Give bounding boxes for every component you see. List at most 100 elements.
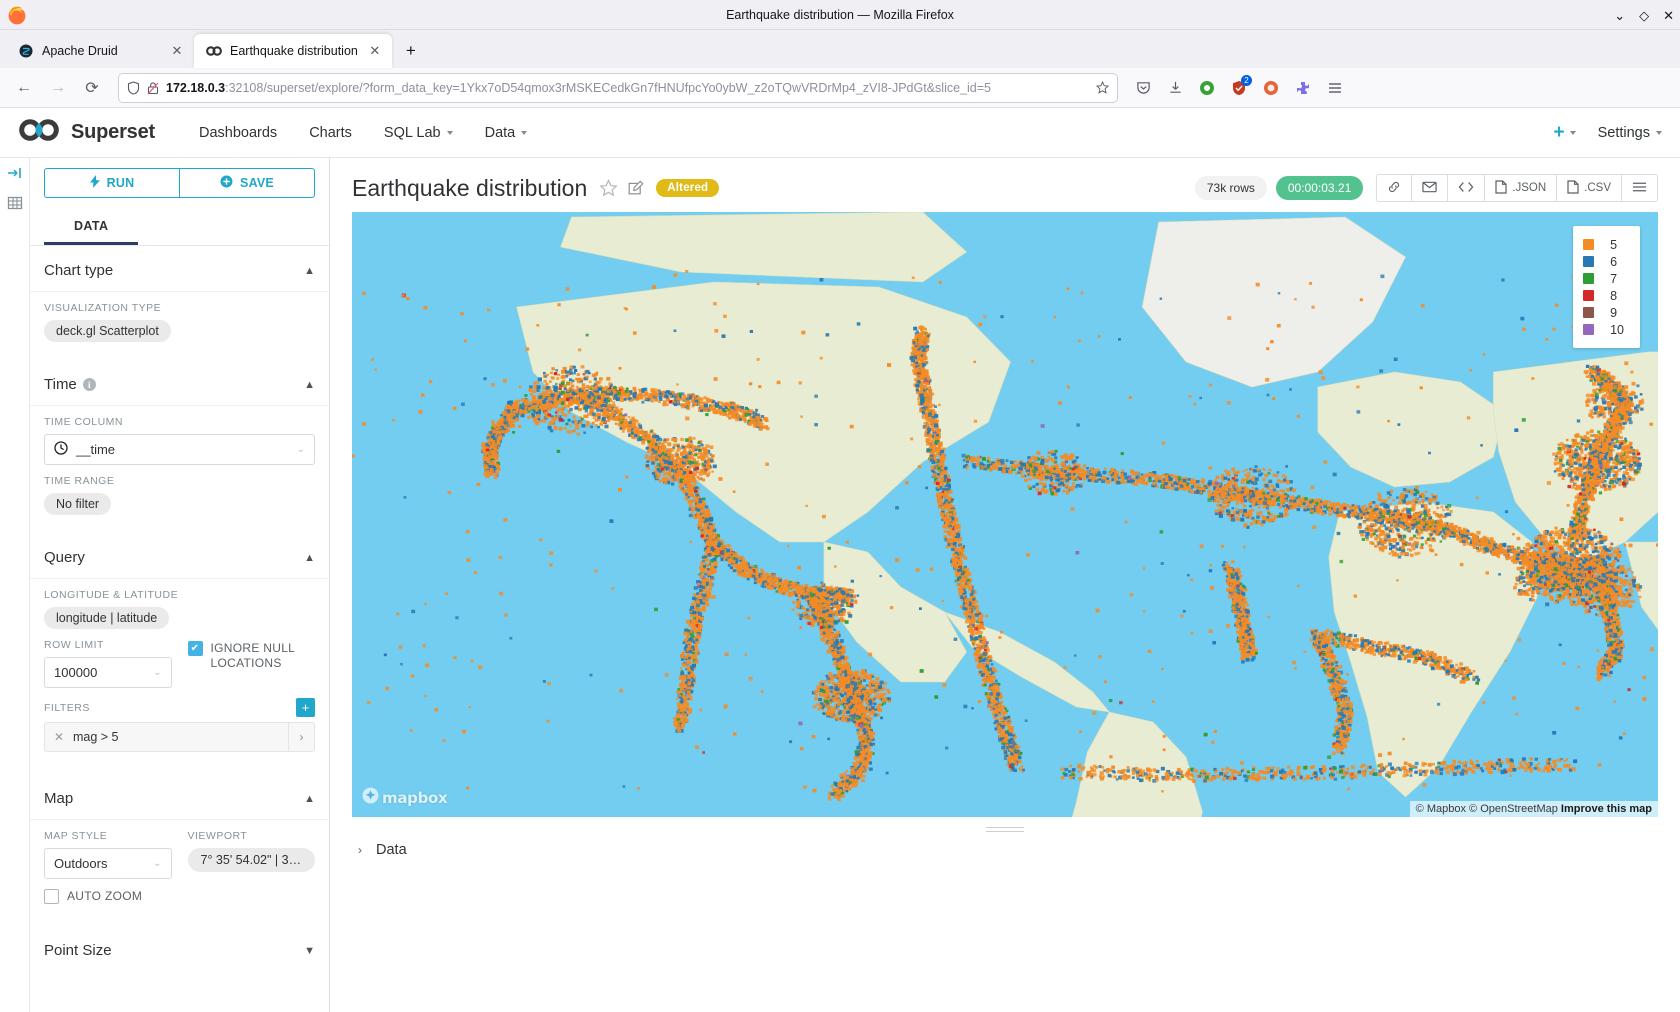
legend-item[interactable]: 8 bbox=[1583, 287, 1624, 304]
save-button[interactable]: SAVE bbox=[179, 168, 315, 198]
time-column-select[interactable]: __time ⌄ bbox=[44, 434, 315, 465]
section-header-time[interactable]: Time i ▲ bbox=[30, 360, 329, 406]
extension-green-icon[interactable] bbox=[1192, 73, 1222, 103]
ignore-null-checkbox-row[interactable]: ✔ IGNORE NULL LOCATIONS bbox=[188, 641, 316, 671]
nav-item-data[interactable]: Data bbox=[469, 125, 544, 141]
info-icon[interactable]: i bbox=[83, 378, 96, 391]
visualization-type-value[interactable]: deck.gl Scatterplot bbox=[44, 320, 171, 342]
edit-pencil-icon[interactable] bbox=[628, 180, 644, 196]
row-limit-select[interactable]: 100000 ⌄ bbox=[44, 657, 172, 688]
run-button[interactable]: RUN bbox=[44, 168, 179, 198]
data-panel-toggle[interactable]: › Data bbox=[352, 832, 1658, 858]
browser-tab-earthquake-distribution[interactable]: Earthquake distribution ✕ bbox=[194, 34, 392, 68]
url-bar[interactable]: 172.18.0.3:32108/superset/explore/?form_… bbox=[118, 73, 1118, 103]
nav-item-sql-lab[interactable]: SQL Lab bbox=[368, 125, 469, 141]
nav-item-charts[interactable]: Charts bbox=[293, 125, 368, 141]
map-legend: 5 6 7 8 9 10 bbox=[1573, 226, 1640, 348]
field-label: VISUALIZATION TYPE bbox=[44, 302, 315, 314]
section-header-query[interactable]: Query ▲ bbox=[30, 533, 329, 579]
chart-area: Earthquake distribution Altered 73k rows… bbox=[330, 158, 1680, 1012]
mapbox-logo[interactable]: mapbox bbox=[362, 787, 447, 809]
forward-button[interactable]: → bbox=[42, 73, 74, 103]
share-link-button[interactable] bbox=[1377, 175, 1412, 201]
tab-data[interactable]: DATA bbox=[44, 212, 138, 245]
bookmark-star-icon[interactable] bbox=[1096, 81, 1109, 94]
code-brackets-icon bbox=[1458, 181, 1474, 196]
legend-item[interactable]: 9 bbox=[1583, 304, 1624, 321]
window-close-button[interactable]: ✕ bbox=[1663, 9, 1674, 22]
row-map-style-and-viewport: MAP STYLE Outdoors ⌄ VIEWPORT 7° 35' 54.… bbox=[30, 830, 329, 879]
left-rail bbox=[0, 158, 30, 1012]
legend-item[interactable]: 7 bbox=[1583, 270, 1624, 287]
map-style-select[interactable]: Outdoors ⌄ bbox=[44, 848, 172, 879]
url-host: 172.18.0.3 bbox=[166, 81, 225, 95]
browser-tab-close-icon[interactable]: ✕ bbox=[366, 43, 384, 59]
legend-item[interactable]: 10 bbox=[1583, 321, 1624, 338]
superset-brand[interactable]: Superset bbox=[18, 119, 155, 146]
download-csv-button[interactable]: .CSV bbox=[1557, 175, 1622, 201]
attribution-mapbox[interactable]: © Mapbox bbox=[1416, 803, 1466, 815]
checkbox-unchecked-icon[interactable] bbox=[44, 889, 59, 904]
nav-item-dashboards[interactable]: Dashboards bbox=[183, 125, 293, 141]
browser-tabstrip: Apache Druid ✕ Earthquake distribution ✕… bbox=[0, 30, 1680, 68]
viewport-value[interactable]: 7° 35' 54.02" | 31... bbox=[188, 848, 316, 872]
back-button[interactable]: ← bbox=[8, 73, 40, 103]
section-header-map[interactable]: Map ▲ bbox=[30, 774, 329, 820]
extension-shield-icon[interactable]: 2 bbox=[1224, 73, 1254, 103]
browser-toolbar-buttons: 2 bbox=[1128, 73, 1350, 103]
settings-menu[interactable]: Settings bbox=[1598, 125, 1662, 141]
downloads-icon[interactable] bbox=[1160, 73, 1190, 103]
legend-item[interactable]: 6 bbox=[1583, 253, 1624, 270]
collapse-panel-icon[interactable] bbox=[7, 166, 23, 183]
table-grid-icon[interactable] bbox=[7, 195, 23, 214]
add-filter-button[interactable]: + bbox=[296, 698, 315, 717]
extension-color-icon[interactable] bbox=[1256, 73, 1286, 103]
chevron-right-icon[interactable]: › bbox=[288, 723, 314, 751]
star-outline-icon[interactable] bbox=[599, 179, 618, 198]
pocket-icon[interactable] bbox=[1128, 73, 1158, 103]
field-label: FILTERS bbox=[44, 702, 296, 714]
time-range-value[interactable]: No filter bbox=[44, 493, 111, 515]
deckgl-scatterplot-map[interactable]: 5 6 7 8 9 10 mapbox © Mapbox © OpenStree… bbox=[352, 212, 1658, 817]
firefox-logo-icon bbox=[6, 4, 28, 26]
browser-tab-apache-druid[interactable]: Apache Druid ✕ bbox=[6, 34, 194, 68]
chevron-down-icon: ⌄ bbox=[297, 444, 305, 455]
field-time-column: TIME COLUMN __time ⌄ bbox=[30, 406, 329, 465]
checkbox-checked-icon[interactable]: ✔ bbox=[188, 641, 203, 656]
new-item-button[interactable]: + bbox=[1553, 122, 1575, 144]
chart-action-button-group: .JSON .CSV bbox=[1376, 174, 1658, 202]
section-header-chart-type[interactable]: Chart type ▲ bbox=[30, 246, 329, 292]
remove-filter-icon[interactable]: ✕ bbox=[45, 730, 73, 744]
download-json-button[interactable]: .JSON bbox=[1485, 175, 1557, 201]
filter-item-mag[interactable]: ✕ mag > 5 › bbox=[44, 722, 315, 752]
legend-item[interactable]: 5 bbox=[1583, 236, 1624, 253]
view-query-button[interactable] bbox=[1448, 175, 1485, 201]
lock-crossed-icon[interactable] bbox=[147, 81, 159, 95]
attribution-improve-link[interactable]: Improve this map bbox=[1561, 803, 1652, 815]
window-maximize-button[interactable]: ◇ bbox=[1639, 9, 1649, 22]
shield-icon[interactable] bbox=[127, 81, 140, 95]
extensions-puzzle-icon[interactable] bbox=[1288, 73, 1318, 103]
browser-tab-close-icon[interactable]: ✕ bbox=[168, 43, 186, 59]
app-menu-icon[interactable] bbox=[1320, 73, 1350, 103]
panel-resize-handle[interactable] bbox=[352, 817, 1658, 832]
map-canvas[interactable] bbox=[352, 212, 1658, 817]
auto-zoom-checkbox-row[interactable]: AUTO ZOOM bbox=[44, 889, 315, 904]
new-tab-button[interactable]: + bbox=[396, 36, 426, 66]
mapbox-logo-icon bbox=[362, 787, 379, 809]
druid-icon bbox=[18, 43, 34, 59]
reload-button[interactable]: ⟳ bbox=[76, 73, 108, 103]
section-header-point-size[interactable]: Point Size ▼ bbox=[30, 926, 329, 971]
status-badge[interactable]: Altered bbox=[656, 179, 719, 197]
superset-icon bbox=[206, 43, 222, 59]
window-minimize-button[interactable]: ⌄ bbox=[1614, 9, 1625, 22]
legend-swatch bbox=[1583, 324, 1594, 335]
longitude-latitude-value[interactable]: longitude | latitude bbox=[44, 607, 169, 629]
more-options-button[interactable] bbox=[1622, 175, 1657, 201]
lightning-icon bbox=[90, 175, 100, 191]
map-attribution: © Mapbox © OpenStreetMap Improve this ma… bbox=[1410, 801, 1658, 817]
hamburger-menu-icon bbox=[1632, 181, 1647, 196]
url-text: 172.18.0.3:32108/superset/explore/?form_… bbox=[166, 81, 1089, 95]
attribution-osm[interactable]: © OpenStreetMap bbox=[1469, 803, 1558, 815]
email-button[interactable] bbox=[1412, 175, 1448, 201]
